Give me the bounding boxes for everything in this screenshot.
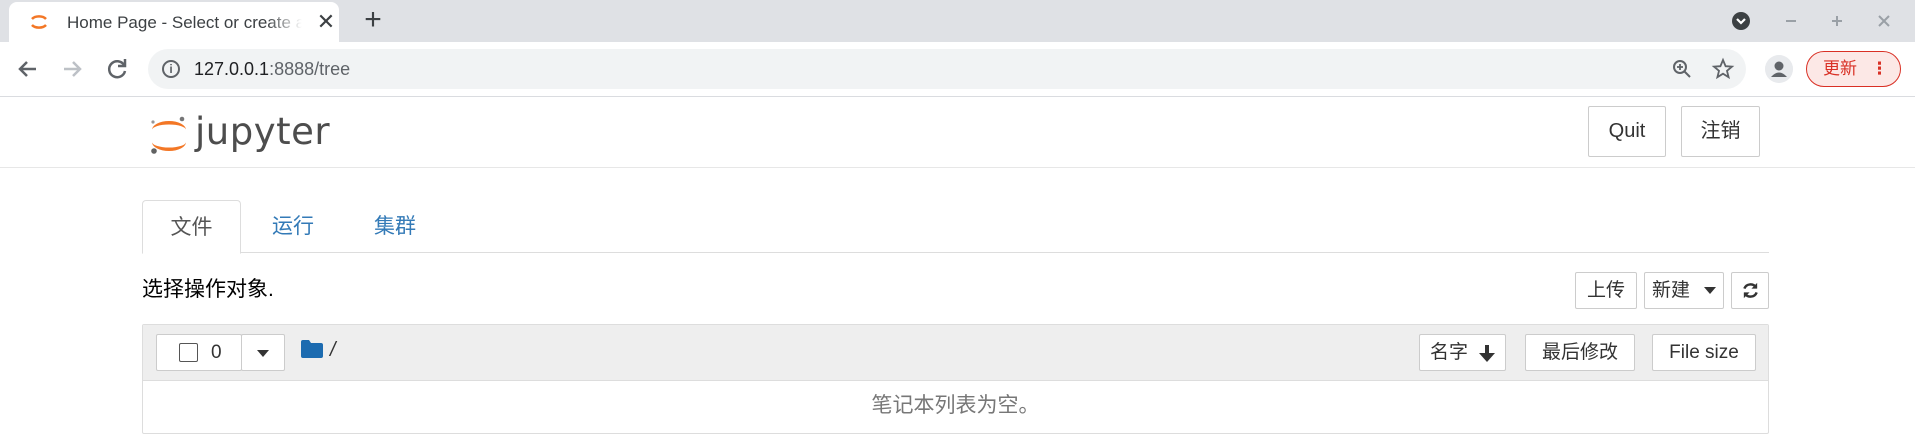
logout-button[interactable]: 注销 <box>1681 106 1760 157</box>
empty-list-message: 笔记本列表为空。 <box>871 394 1040 417</box>
sort-by-last-modified-button[interactable]: 最后修改 <box>1525 334 1635 371</box>
url-text[interactable]: 127.0.0.1:8888/tree <box>194 59 350 80</box>
quit-button[interactable]: Quit <box>1588 106 1666 157</box>
tab-running[interactable]: 运行 <box>243 200 343 254</box>
close-tab-icon[interactable]: ✕ <box>315 11 337 33</box>
jupyter-logo[interactable]: jupyter <box>148 108 338 158</box>
selected-count: 0 <box>211 342 222 363</box>
close-window-icon[interactable] <box>1871 8 1897 34</box>
sort-by-file-size-button[interactable]: File size <box>1652 334 1756 371</box>
arrow-down-icon <box>1479 345 1495 362</box>
jupyter-favicon-icon <box>31 15 47 29</box>
select-menu-button[interactable] <box>241 334 285 371</box>
refresh-icon <box>1743 282 1758 299</box>
caret-down-icon <box>257 350 269 357</box>
profile-avatar-icon[interactable] <box>1765 55 1793 83</box>
zoom-icon[interactable] <box>1670 57 1694 81</box>
sort-by-name-button[interactable]: 名字 <box>1419 334 1506 371</box>
notebook-list: 0 / 名字 最后修改 File size 笔记本列表为空。 <box>142 324 1769 434</box>
refresh-button[interactable] <box>1731 272 1769 309</box>
tab-title: Home Page - Select or create a notebook <box>67 13 302 32</box>
maximize-icon[interactable] <box>1824 8 1850 34</box>
new-dropdown-button[interactable]: 新建 <box>1644 272 1724 309</box>
select-all-control[interactable]: 0 <box>156 334 242 371</box>
tab-clusters[interactable]: 集群 <box>345 200 445 254</box>
select-all-checkbox[interactable] <box>179 343 198 362</box>
update-browser-button[interactable]: 更新 ⋮ <box>1806 51 1901 87</box>
tab-search-icon[interactable] <box>1728 8 1754 34</box>
address-bar[interactable]: i 127.0.0.1:8888/tree <box>148 49 1746 89</box>
tab-files[interactable]: 文件 <box>142 200 241 254</box>
reload-icon[interactable] <box>101 53 133 85</box>
bookmark-star-icon[interactable] <box>1711 57 1735 81</box>
new-tab-icon[interactable]: + <box>358 5 388 35</box>
forward-icon[interactable] <box>56 53 88 85</box>
browser-tab[interactable]: Home Page - Select or create a notebook … <box>9 2 339 42</box>
folder-icon[interactable] <box>301 340 323 358</box>
browser-toolbar: i 127.0.0.1:8888/tree 更新 ⋮ <box>0 42 1915 97</box>
browser-tab-strip: Home Page - Select or create a notebook … <box>0 0 1915 42</box>
back-icon[interactable] <box>12 53 44 85</box>
minimize-icon[interactable] <box>1778 8 1804 34</box>
site-info-icon[interactable]: i <box>162 60 180 78</box>
caret-down-icon <box>1704 287 1716 294</box>
select-items-hint: 选择操作对象. <box>142 278 274 301</box>
jupyter-header: jupyter Quit 注销 <box>0 98 1915 168</box>
list-header: 0 / 名字 最后修改 File size <box>143 325 1768 381</box>
jupyter-logo-icon <box>151 116 186 154</box>
jupyter-logo-text: jupyter <box>195 110 331 153</box>
upload-button[interactable]: 上传 <box>1575 272 1637 309</box>
dashboard-tabs: 文件 运行 集群 <box>142 200 1769 254</box>
menu-dots-icon: ⋮ <box>1871 59 1888 78</box>
breadcrumb-root[interactable]: / <box>330 339 336 362</box>
